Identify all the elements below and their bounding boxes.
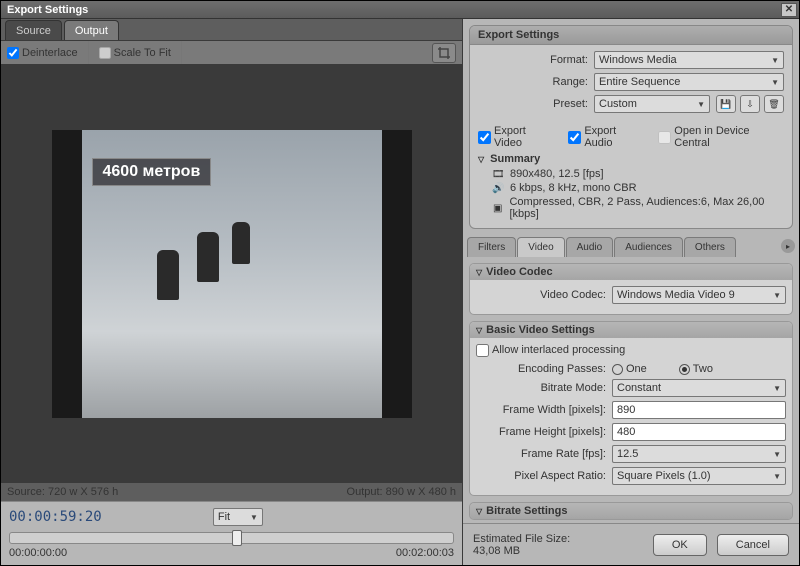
- compress-icon: ▣: [492, 203, 503, 214]
- tab-video[interactable]: Video: [517, 237, 564, 257]
- dialog-footer: Estimated File Size: 43,08 MB OK Cancel: [463, 523, 799, 565]
- video-frame: 4600 метров: [52, 130, 412, 418]
- tab-source[interactable]: Source: [5, 20, 62, 40]
- preview-tabs: Source Output: [1, 19, 462, 41]
- summary-audio: 6 kbps, 8 kHz, mono CBR: [510, 182, 637, 194]
- close-icon[interactable]: ✕: [781, 3, 797, 17]
- zoom-select[interactable]: Fit▼: [213, 508, 263, 526]
- bitrate-settings-heading[interactable]: ▽Bitrate Settings: [470, 503, 792, 519]
- bitrate-settings-panel: ▽Bitrate Settings: [469, 502, 793, 520]
- delete-preset-icon[interactable]: 🗑: [764, 95, 784, 113]
- video-codec-heading[interactable]: ▽Video Codec: [470, 264, 792, 280]
- titlebar: Export Settings ✕: [1, 1, 799, 19]
- cancel-button[interactable]: Cancel: [717, 534, 789, 556]
- timeline-slider[interactable]: [9, 532, 454, 544]
- summary-video: 890x480, 12.5 [fps]: [510, 168, 604, 180]
- film-icon: 🎞: [492, 169, 504, 180]
- frame-height-label: Frame Height [pixels]:: [476, 426, 606, 438]
- preset-select[interactable]: Custom▼: [594, 95, 710, 113]
- ok-button[interactable]: OK: [653, 534, 707, 556]
- tab-output[interactable]: Output: [64, 20, 119, 40]
- save-preset-icon[interactable]: 💾: [716, 95, 736, 113]
- crop-icon[interactable]: [432, 43, 456, 63]
- settings-pane: Export Settings Format: Windows Media▼ R…: [463, 19, 799, 565]
- bitrate-mode-select[interactable]: Constant▼: [612, 379, 786, 397]
- settings-tabs: Filters Video Audio Audiences Others ▸: [463, 235, 799, 257]
- video-codec-select[interactable]: Windows Media Video 9▼: [612, 286, 786, 304]
- tab-filters[interactable]: Filters: [467, 237, 516, 257]
- passes-one-radio[interactable]: One: [612, 363, 647, 375]
- video-codec-panel: ▽Video Codec Video Codec: Windows Media …: [469, 263, 793, 315]
- deinterlace-checkbox[interactable]: Deinterlace: [7, 47, 78, 59]
- source-dimensions: Source: 720 w X 576 h: [7, 486, 118, 498]
- tab-others[interactable]: Others: [684, 237, 736, 257]
- tab-audiences[interactable]: Audiences: [614, 237, 683, 257]
- transport-controls: 00:00:59:20 Fit▼ 00:00:00:00 00:02:00:03: [1, 501, 462, 565]
- range-label: Range:: [478, 76, 588, 88]
- pixel-aspect-label: Pixel Aspect Ratio:: [476, 470, 606, 482]
- scale-to-fit-checkbox: Scale To Fit: [99, 47, 171, 59]
- export-video-checkbox[interactable]: Export Video: [478, 125, 554, 149]
- open-device-central-checkbox: Open in Device Central: [658, 125, 784, 149]
- export-settings-heading: Export Settings: [470, 26, 792, 45]
- time-end: 00:02:00:03: [396, 547, 454, 559]
- basic-video-settings-panel: ▽Basic Video Settings Allow interlaced p…: [469, 321, 793, 496]
- frame-height-field[interactable]: 480: [612, 423, 786, 441]
- video-codec-label: Video Codec:: [476, 289, 606, 301]
- window-title: Export Settings: [3, 4, 88, 16]
- frame-width-field[interactable]: 890: [612, 401, 786, 419]
- estimated-size-label: Estimated File Size:: [473, 533, 643, 545]
- import-preset-icon[interactable]: ⇩: [740, 95, 760, 113]
- estimated-size-value: 43,08 MB: [473, 545, 643, 557]
- basic-video-heading[interactable]: ▽Basic Video Settings: [470, 322, 792, 338]
- speaker-icon: 🔊: [492, 183, 504, 194]
- preview-toolbar: Deinterlace Scale To Fit: [1, 41, 462, 65]
- playhead-handle[interactable]: [232, 530, 242, 546]
- encoding-passes-label: Encoding Passes:: [476, 363, 606, 375]
- summary-compression: Compressed, CBR, 2 Pass, Audiences:6, Ma…: [509, 196, 784, 220]
- frame-rate-label: Frame Rate [fps]:: [476, 448, 606, 460]
- pixel-aspect-select[interactable]: Square Pixels (1.0)▼: [612, 467, 786, 485]
- time-start: 00:00:00:00: [9, 547, 67, 559]
- bitrate-mode-label: Bitrate Mode:: [476, 382, 606, 394]
- export-settings-panel: Export Settings Format: Windows Media▼ R…: [469, 25, 793, 229]
- passes-two-radio[interactable]: Two: [679, 363, 713, 375]
- tab-audio[interactable]: Audio: [566, 237, 614, 257]
- export-audio-checkbox[interactable]: Export Audio: [568, 125, 644, 149]
- dimensions-bar: Source: 720 w X 576 h Output: 890 w X 48…: [1, 483, 462, 501]
- frame-rate-select[interactable]: 12.5▼: [612, 445, 786, 463]
- frame-width-label: Frame Width [pixels]:: [476, 404, 606, 416]
- summary-toggle[interactable]: ▽Summary: [478, 153, 784, 165]
- export-settings-window: Export Settings ✕ Source Output Deinterl…: [0, 0, 800, 566]
- range-select[interactable]: Entire Sequence▼: [594, 73, 784, 91]
- preset-label: Preset:: [478, 98, 588, 110]
- video-caption: 4600 метров: [92, 158, 212, 186]
- current-timecode[interactable]: 00:00:59:20: [9, 509, 102, 525]
- output-dimensions: Output: 890 w X 480 h: [347, 486, 456, 498]
- panel-menu-icon[interactable]: ▸: [781, 239, 795, 253]
- preview-pane: Source Output Deinterlace Scale To Fit 4…: [1, 19, 463, 565]
- preview-viewport[interactable]: 4600 метров: [1, 65, 462, 483]
- format-label: Format:: [478, 54, 588, 66]
- allow-interlaced-checkbox[interactable]: Allow interlaced processing: [476, 344, 786, 357]
- format-select[interactable]: Windows Media▼: [594, 51, 784, 69]
